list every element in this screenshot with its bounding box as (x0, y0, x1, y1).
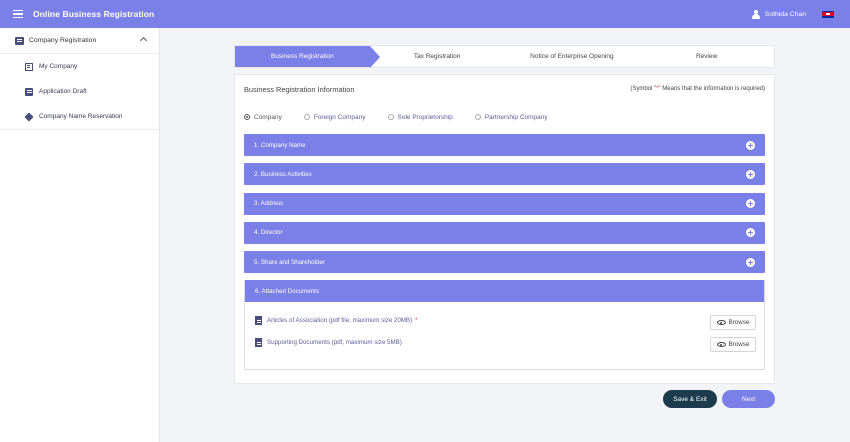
section-address[interactable]: 3. Address (244, 192, 765, 215)
user-area: Sothida Chan (752, 0, 834, 28)
browse-button-articles[interactable]: Browse (710, 315, 756, 331)
radio-sole-proprietorship[interactable]: Sole Proprietorship (387, 113, 453, 121)
building-icon (15, 36, 24, 45)
next-button[interactable]: Next (722, 390, 775, 408)
radio-label: Company (254, 113, 282, 121)
app-title: Online Business Registration (33, 9, 155, 19)
expand-plus-icon[interactable] (746, 199, 755, 209)
company-card-icon (25, 62, 33, 71)
radio-dot[interactable] (387, 114, 394, 120)
section-label: 4. Director (254, 229, 283, 237)
radio-partnership-company[interactable]: Partnership Company (474, 113, 548, 121)
step-notice-of-enterprise-opening[interactable]: Notice of Enterprise Opening (505, 46, 640, 67)
cambodia-flag-icon[interactable] (822, 10, 834, 18)
expand-plus-icon[interactable] (746, 140, 755, 150)
sidebar-section-label: Company Registration (29, 37, 97, 44)
browse-label: Browse (728, 341, 750, 349)
sidebar-section-company-registration[interactable]: Company Registration (0, 28, 159, 54)
section-label: 6. Attached Documents (255, 287, 319, 295)
chevron-up-icon[interactable] (139, 36, 148, 45)
sidebar-item-company-name-reservation[interactable]: Company Name Reservation (0, 104, 159, 129)
form-title: Business Registration Information (244, 84, 355, 94)
step-review[interactable]: Review (639, 46, 774, 67)
required-note: (Symbol "*" Means that the information i… (630, 86, 765, 92)
registration-stepper: Business Registration Tax Registration N… (234, 45, 775, 68)
expand-plus-icon[interactable] (746, 257, 755, 267)
file-icon (255, 338, 262, 348)
section-label: 5. Share and Shareholder (254, 258, 325, 266)
required-note-suffix: " Means that the information is required… (658, 86, 765, 92)
radio-dot[interactable] (474, 114, 481, 120)
browse-label: Browse (728, 319, 750, 327)
draft-icon (25, 87, 33, 96)
expand-plus-icon[interactable] (746, 169, 755, 179)
file-icon (255, 316, 262, 326)
top-bar: Online Business Registration Sothida Cha… (0, 0, 850, 28)
step-business-registration[interactable]: Business Registration (235, 46, 380, 68)
radio-label: Foreign Company (313, 113, 366, 121)
sidebar-items: My Company Application Draft Company Nam… (0, 54, 159, 130)
document-row-articles: Articles of Association (pdf file, maxim… (255, 316, 418, 326)
registration-form-panel: Business Registration Information (Symbo… (234, 74, 775, 384)
browse-button-supporting[interactable]: Browse (710, 337, 756, 353)
document-row-supporting: Supporting Documents (pdf, maximum size … (255, 338, 402, 348)
required-star: * (415, 317, 418, 325)
form-sections: 1. Company Name 2. Business Activities 3… (244, 134, 765, 371)
sidebar-item-label: My Company (39, 63, 78, 70)
sidebar-item-application-draft[interactable]: Application Draft (0, 79, 159, 104)
eye-icon (716, 320, 726, 326)
save-and-exit-button[interactable]: Save & Exit (663, 390, 717, 408)
hamburger-menu-icon[interactable] (13, 10, 23, 18)
user-icon[interactable] (752, 9, 761, 19)
username[interactable]: Sothida Chan (765, 11, 806, 18)
radio-company[interactable]: Company (244, 114, 282, 121)
section-company-name[interactable]: 1. Company Name (244, 134, 765, 156)
document-label: Supporting Documents (pdf, maximum size … (267, 339, 402, 347)
section-label: 3. Address (254, 200, 284, 208)
step-tax-registration[interactable]: Tax Registration (370, 46, 505, 67)
sidebar-item-my-company[interactable]: My Company (0, 54, 159, 79)
radio-label: Sole Proprietorship (397, 113, 453, 121)
required-note-prefix: (Symbol " (630, 86, 657, 92)
radio-dot[interactable] (303, 114, 310, 120)
section-attached-documents-header[interactable]: 6. Attached Documents (245, 280, 764, 303)
radio-label: Partnership Company (484, 113, 548, 121)
document-label: Articles of Association (pdf file, maxim… (267, 317, 413, 325)
section-business-activities[interactable]: 2. Business Activities (244, 163, 765, 186)
section-label: 1. Company Name (254, 141, 306, 149)
reservation-icon (24, 111, 34, 122)
form-header: Business Registration Information (Symbo… (244, 75, 765, 103)
section-director[interactable]: 4. Director (244, 221, 765, 244)
section-attached-documents: 6. Attached Documents Articles of Associ… (244, 280, 765, 371)
section-share-and-shareholder[interactable]: 5. Share and Shareholder (244, 251, 765, 274)
form-actions: Save & Exit Next (663, 390, 775, 408)
section-label: 2. Business Activities (254, 170, 312, 178)
sidebar-item-label: Application Draft (39, 88, 87, 95)
expand-plus-icon[interactable] (746, 228, 755, 238)
main-content: Business Registration Tax Registration N… (234, 45, 775, 384)
eye-icon (716, 342, 726, 348)
sidebar: Company Registration My Company Applicat… (0, 28, 160, 442)
radio-dot[interactable] (244, 114, 250, 120)
attached-documents-body: Articles of Association (pdf file, maxim… (245, 302, 764, 369)
sidebar-item-label: Company Name Reservation (39, 113, 123, 120)
company-type-radio-group: Company Foreign Company Sole Proprietors… (244, 106, 765, 128)
radio-foreign-company[interactable]: Foreign Company (303, 113, 366, 121)
